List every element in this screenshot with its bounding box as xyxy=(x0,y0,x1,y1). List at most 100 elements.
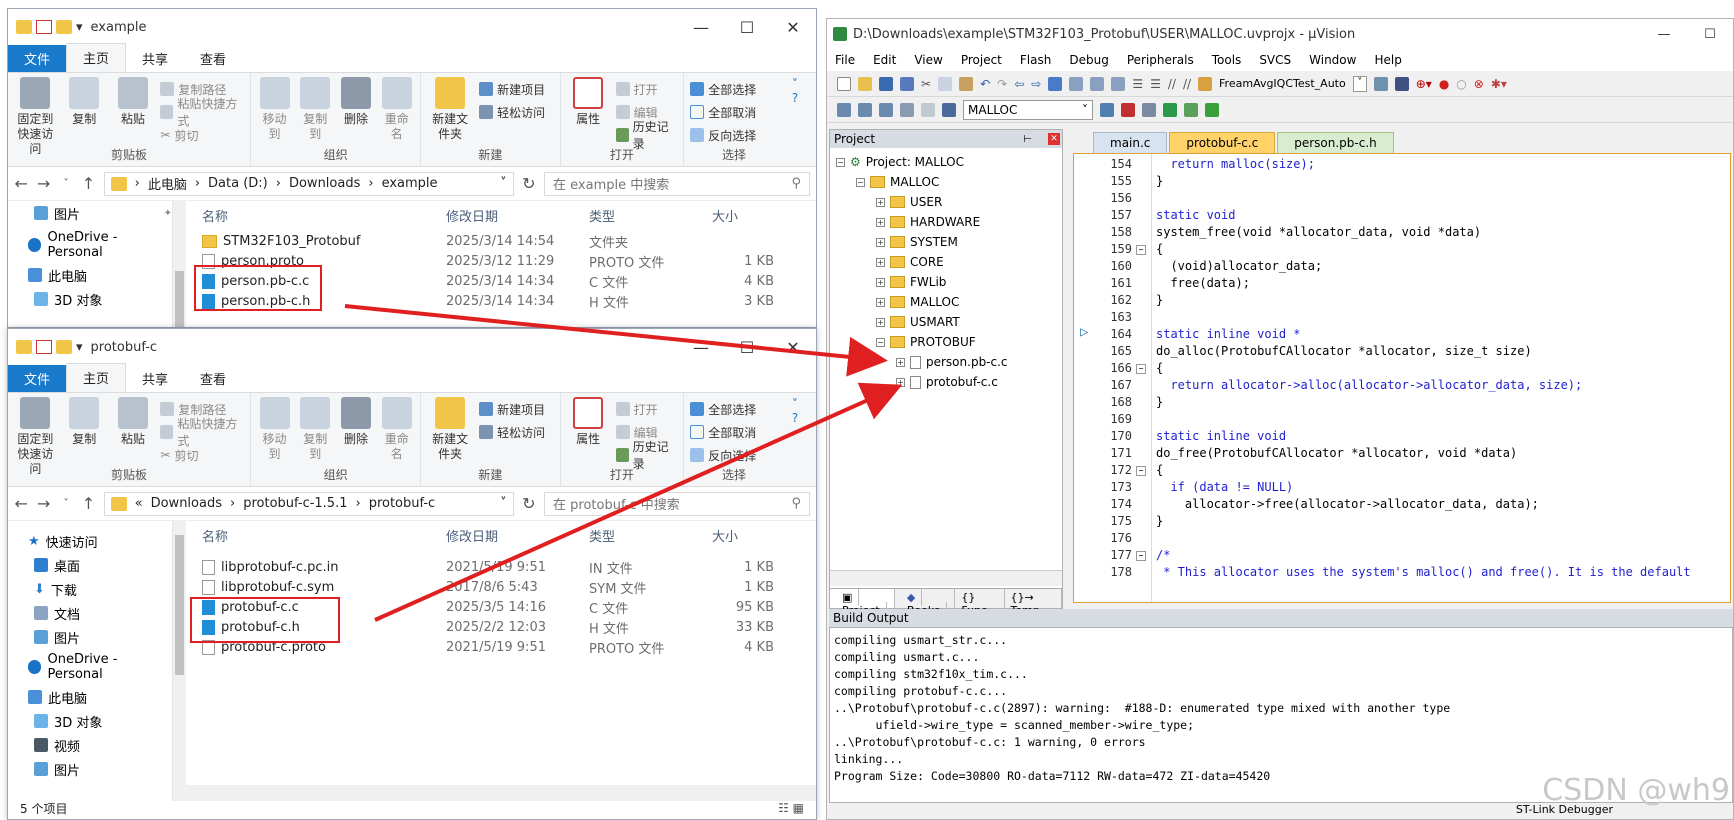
menu-flash[interactable]: Flash xyxy=(1020,53,1051,67)
tree-root[interactable]: − ⚙ Project: MALLOC xyxy=(830,152,1062,172)
qa-dropdown-icon[interactable]: ▾ xyxy=(76,340,83,355)
paste-icon[interactable] xyxy=(959,76,974,91)
tree-group-hardware[interactable]: + HARDWARE xyxy=(830,212,1062,232)
editor-tab-main-c[interactable]: main.c xyxy=(1093,132,1168,153)
disable-breakpoint-icon[interactable]: ○ xyxy=(1456,77,1466,91)
new-item-button[interactable]: 新建项目 xyxy=(479,79,545,99)
view-toggle-icon[interactable]: ☷ ▦ xyxy=(778,801,804,815)
breakpoint-icon[interactable]: ● xyxy=(1439,77,1449,91)
open-button[interactable]: 打开 xyxy=(615,399,678,419)
menu-svcs[interactable]: SVCS xyxy=(1259,53,1291,67)
file-extensions-icon[interactable] xyxy=(1142,102,1156,117)
debug-session-icon[interactable]: ⊕▾ xyxy=(1416,77,1432,91)
file-row[interactable]: libprotobuf-c.sym 2017/8/6 5:43 SYM 文件 1 KB xyxy=(186,577,816,597)
search-input[interactable]: 在 protobuf-c 中搜索 ⚲ xyxy=(544,491,811,516)
history-button[interactable]: 历史记录 xyxy=(615,120,678,151)
tab-file[interactable]: 文件 xyxy=(8,365,67,392)
minimize-button[interactable]: — xyxy=(1641,27,1687,42)
breadcrumb-item[interactable]: example xyxy=(382,176,438,191)
nav-item-pictures[interactable]: 图片 xyxy=(16,625,172,649)
select-none-button[interactable]: 全部取消 xyxy=(690,102,756,122)
close-button[interactable]: ✕ xyxy=(770,338,816,357)
nav-item-3d[interactable]: 3D 对象 xyxy=(16,287,172,311)
incremental-find-icon[interactable] xyxy=(1373,76,1388,91)
breadcrumb-item[interactable]: 此电脑 xyxy=(148,174,187,193)
col-size[interactable]: 大小 xyxy=(704,526,774,545)
cut-button[interactable]: ✂ 剪切 xyxy=(160,445,244,465)
nav-back-icon[interactable]: ⇦ xyxy=(1014,77,1024,91)
tab-view[interactable]: 查看 xyxy=(184,365,242,392)
select-all-button[interactable]: 全部选择 xyxy=(690,399,756,419)
collapse-icon[interactable]: − xyxy=(876,337,885,347)
properties-icon[interactable] xyxy=(36,340,52,354)
tree-group-malloc[interactable]: + MALLOC xyxy=(830,292,1062,312)
select-all-button[interactable]: 全部选择 xyxy=(690,79,756,99)
up-arrow-icon[interactable]: ↑ xyxy=(81,494,95,513)
combo-dropdown-icon[interactable]: ˅ xyxy=(1352,75,1367,92)
prev-bookmark-icon[interactable] xyxy=(1069,76,1084,91)
tree-file[interactable]: + protobuf-c.c xyxy=(830,372,1062,392)
code-editor[interactable]: ▷ 154 return malloc(size); 155} 156 157 stat… xyxy=(1073,153,1731,603)
help-icon[interactable]: ˅ ? xyxy=(784,73,816,166)
collapse-icon[interactable]: − xyxy=(836,157,845,167)
help-icon[interactable]: ˅ ? xyxy=(784,393,816,486)
col-date[interactable]: 修改日期 xyxy=(446,206,589,225)
nav-item-this-pc[interactable]: 此电脑 xyxy=(16,685,172,709)
menu-help[interactable]: Help xyxy=(1374,53,1401,67)
col-size[interactable]: 大小 xyxy=(704,206,774,225)
qa-dropdown-icon[interactable]: ▾ xyxy=(76,20,83,35)
tab-books[interactable]: ◆ Books xyxy=(895,589,956,619)
col-name[interactable]: 名称 xyxy=(186,206,446,225)
save-icon[interactable] xyxy=(879,76,893,91)
open-button[interactable]: 打开 xyxy=(615,79,678,99)
expand-icon[interactable]: + xyxy=(896,357,905,367)
stop-build-icon[interactable] xyxy=(921,102,935,117)
rebuild-icon[interactable] xyxy=(879,102,893,117)
scroll-thumb[interactable] xyxy=(175,535,184,675)
redo-icon[interactable]: ↷ xyxy=(997,77,1007,91)
col-type[interactable]: 类型 xyxy=(589,206,704,225)
breadcrumb-item[interactable]: Downloads xyxy=(151,496,222,511)
invert-selection-button[interactable]: 反向选择 xyxy=(690,445,756,465)
expand-icon[interactable]: + xyxy=(876,217,885,227)
pin-icon[interactable]: ⊢ xyxy=(1023,134,1032,145)
maximize-button[interactable]: ☐ xyxy=(724,338,770,357)
tab-functions[interactable]: {} Func... xyxy=(955,589,1005,617)
nav-item-pictures[interactable]: 图片 ✦ xyxy=(16,201,172,225)
maximize-button[interactable]: ☐ xyxy=(1687,27,1733,42)
fold-icon[interactable]: − xyxy=(1136,245,1146,255)
nav-scrollbar[interactable] xyxy=(172,521,186,801)
menu-project[interactable]: Project xyxy=(961,53,1002,67)
target-options-icon[interactable] xyxy=(1100,102,1114,117)
chevron-down-icon[interactable]: ˅ xyxy=(500,176,507,191)
tab-templates[interactable]: {}→ Temp... xyxy=(1005,589,1063,617)
kill-breakpoints-icon[interactable]: ⊗ xyxy=(1474,77,1484,91)
expand-icon[interactable]: + xyxy=(876,237,885,247)
close-icon[interactable]: ✕ xyxy=(1048,133,1060,145)
refresh-icon[interactable]: ↻ xyxy=(522,494,536,513)
maximize-button[interactable]: ☐ xyxy=(724,18,770,37)
col-name[interactable]: 名称 xyxy=(186,526,446,545)
window-layout-icon[interactable]: ✱▾ xyxy=(1491,77,1507,91)
breadcrumb-overflow[interactable]: « xyxy=(135,496,143,511)
nav-item-this-pc[interactable]: 此电脑 xyxy=(16,263,172,287)
nav-item-onedrive[interactable]: OneDrive - Personal xyxy=(16,652,172,682)
copy-icon[interactable] xyxy=(938,76,953,91)
nav-scrollbar[interactable] xyxy=(172,201,186,327)
minimize-button[interactable]: — xyxy=(678,18,724,37)
pack-installer-icon[interactable] xyxy=(1184,102,1198,117)
nav-item-downloads[interactable]: ⬇ 下载 xyxy=(16,577,172,601)
menu-view[interactable]: View xyxy=(914,53,942,67)
tree-group-fwlib[interactable]: + FWLib xyxy=(830,272,1062,292)
nav-forward-icon[interactable]: ⇨ xyxy=(1031,77,1041,91)
forward-arrow-icon[interactable]: → xyxy=(36,174,50,193)
nav-item-pictures-2[interactable]: 图片 xyxy=(16,757,172,781)
fold-icon[interactable]: − xyxy=(1136,466,1146,476)
editor-tab-person-h[interactable]: person.pb-c.h xyxy=(1277,132,1394,153)
translate-icon[interactable] xyxy=(837,102,851,117)
bookmark-icon[interactable] xyxy=(1048,76,1063,91)
tree-file[interactable]: + person.pb-c.c xyxy=(830,352,1062,372)
build-icon[interactable] xyxy=(858,102,872,117)
chevron-down-icon[interactable]: ˅ xyxy=(500,496,507,511)
menu-edit[interactable]: Edit xyxy=(873,53,896,67)
